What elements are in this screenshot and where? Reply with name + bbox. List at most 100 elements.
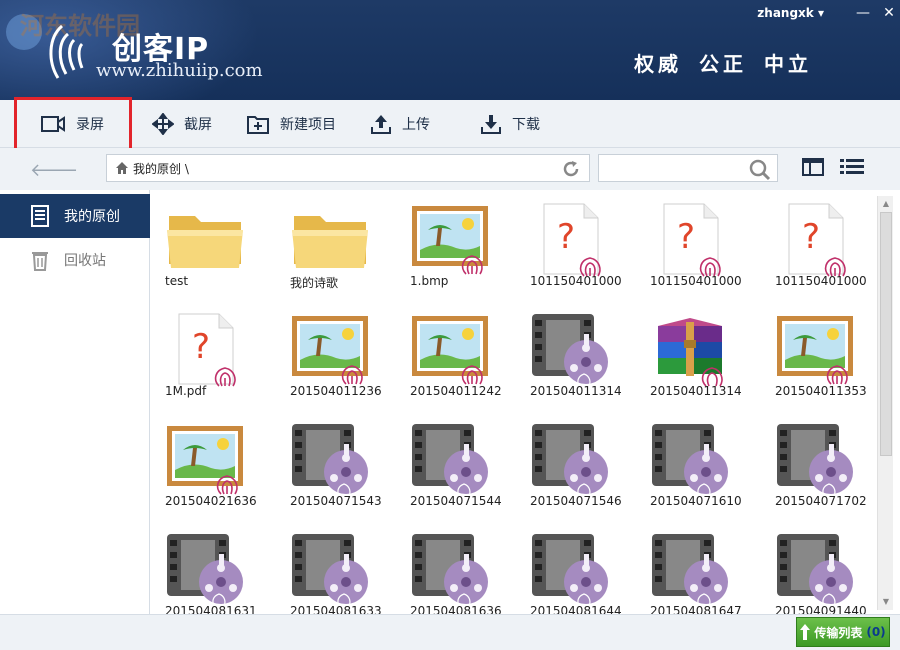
file-item[interactable]: 201504081633 — [276, 524, 392, 614]
transfer-count: (0) — [866, 625, 886, 639]
scroll-down-icon[interactable]: ▼ — [880, 596, 892, 608]
file-name: 201504071546 — [530, 494, 622, 508]
file-name: 201504011314 — [650, 384, 742, 398]
unknown-file-icon: ? — [773, 202, 857, 280]
transfer-list-button[interactable]: 传输列表 (0) — [796, 617, 890, 647]
motto-text: 权威 公正 中立 — [634, 52, 812, 76]
file-item[interactable]: 201504081644 — [516, 524, 632, 614]
file-item[interactable]: 201504091440 — [761, 524, 877, 614]
unknown-file-icon: ? — [648, 202, 732, 280]
file-item[interactable]: 201504081636 — [396, 524, 512, 614]
file-name: 201504011314 — [530, 384, 622, 398]
image-file-icon — [408, 202, 492, 280]
video-file-icon — [408, 422, 492, 500]
transfer-label: 传输列表 — [814, 625, 863, 640]
file-item[interactable]: test — [151, 194, 267, 302]
unknown-file-icon: ? — [528, 202, 612, 280]
list-view-icon[interactable] — [840, 157, 864, 177]
file-name: 101150401000 — [530, 274, 622, 288]
highlight-box — [14, 97, 132, 155]
svg-text:?: ? — [802, 217, 820, 257]
image-file-icon — [288, 312, 372, 390]
unknown-file-icon: ? — [163, 312, 247, 390]
user-menu[interactable]: zhangxk ▾ — [757, 6, 824, 20]
file-item[interactable]: 1.bmp — [396, 194, 512, 302]
svg-text:?: ? — [677, 217, 695, 257]
video-file-icon — [288, 422, 372, 500]
file-item[interactable]: 201504011353 — [761, 304, 877, 412]
video-file-icon — [528, 422, 612, 500]
logo-url: www.zhihuiip.com — [96, 60, 263, 81]
video-file-icon — [773, 422, 857, 500]
file-name: 201504081636 — [410, 604, 502, 614]
image-file-icon — [773, 312, 857, 390]
search-icon[interactable] — [749, 159, 771, 181]
file-item[interactable]: ? 1M.pdf — [151, 304, 267, 412]
file-item[interactable]: 201504011236 — [276, 304, 392, 412]
video-file-icon — [163, 532, 247, 610]
video-file-icon — [528, 532, 612, 610]
file-item[interactable]: 201504071544 — [396, 414, 512, 522]
new-project-button[interactable]: 新建项目 — [246, 110, 336, 138]
home-icon — [116, 162, 128, 174]
vertical-scrollbar[interactable]: ▲ ▼ — [877, 196, 893, 610]
file-item[interactable]: 201504071546 — [516, 414, 632, 522]
file-item[interactable]: ? 101150401000 — [636, 194, 752, 302]
refresh-icon[interactable] — [561, 159, 581, 179]
folder-file-icon — [288, 202, 372, 280]
scroll-thumb[interactable] — [880, 212, 892, 456]
file-name: 201504081631 — [165, 604, 257, 614]
file-item[interactable]: 201504071610 — [636, 414, 752, 522]
sidebar-item-recycle-bin[interactable]: 回收站 — [0, 238, 150, 282]
file-name: 201504071610 — [650, 494, 742, 508]
svg-text:?: ? — [192, 327, 210, 367]
file-item[interactable]: 201504011314 — [636, 304, 752, 412]
file-item[interactable]: 我的诗歌 — [276, 194, 392, 302]
file-name: 101150401000 — [775, 274, 867, 288]
file-name: 201504081644 — [530, 604, 622, 614]
file-item[interactable]: ? 101150401000 — [516, 194, 632, 302]
move-arrows-icon — [152, 113, 174, 135]
up-arrow-icon — [800, 624, 811, 640]
minimize-button[interactable]: — — [852, 4, 874, 22]
file-name: 201504011353 — [775, 384, 867, 398]
file-item[interactable]: 201504011242 — [396, 304, 512, 412]
file-item[interactable]: 201504021636 — [151, 414, 267, 522]
close-button[interactable]: ✕ — [878, 4, 900, 22]
file-item[interactable]: ? 101150401000 — [761, 194, 877, 302]
file-name: 1M.pdf — [165, 384, 207, 398]
upload-label: 上传 — [402, 117, 430, 133]
address-bar-row: 🡐 我的原创 \ — [0, 148, 900, 190]
panel-view-icon[interactable] — [802, 157, 824, 177]
sidebar-item-my-originals[interactable]: 我的原创 — [0, 194, 150, 238]
screenshot-label: 截屏 — [184, 117, 212, 133]
download-button[interactable]: 下载 — [480, 110, 540, 138]
file-item[interactable]: 201504081647 — [636, 524, 752, 614]
screenshot-button[interactable]: 截屏 — [152, 110, 212, 138]
file-name: 201504081647 — [650, 604, 742, 614]
file-name: 201504091440 — [775, 604, 867, 614]
app-header: 河东软件园 创客IP www.zhihuiip.com 权威 公正 中立 zha… — [0, 0, 900, 100]
svg-text:?: ? — [557, 217, 575, 257]
path-bar[interactable]: 我的原创 \ — [106, 154, 590, 182]
back-arrow-icon[interactable]: 🡐 — [30, 160, 78, 181]
file-item[interactable]: 201504011314 — [516, 304, 632, 412]
video-file-icon — [288, 532, 372, 610]
download-icon — [481, 115, 501, 134]
file-name: 我的诗歌 — [290, 276, 339, 290]
search-input[interactable] — [598, 154, 778, 182]
video-file-icon — [773, 532, 857, 610]
username: zhangxk — [757, 6, 814, 20]
file-grid: test 我的诗歌 1.bmp? 101150401000? 101150401000?… — [151, 190, 877, 614]
image-file-icon — [408, 312, 492, 390]
file-name: test — [165, 274, 189, 288]
file-item[interactable]: 201504081631 — [151, 524, 267, 614]
sidebar-item-label: 回收站 — [64, 253, 106, 269]
upload-button[interactable]: 上传 — [370, 110, 430, 138]
file-item[interactable]: 201504071702 — [761, 414, 877, 522]
chevron-down-icon: ▾ — [817, 6, 824, 20]
scroll-up-icon[interactable]: ▲ — [880, 198, 892, 210]
toolbar: 录屏 截屏 新建项目 上传 下载 — [0, 100, 900, 148]
file-name: 201504071543 — [290, 494, 382, 508]
file-item[interactable]: 201504071543 — [276, 414, 392, 522]
